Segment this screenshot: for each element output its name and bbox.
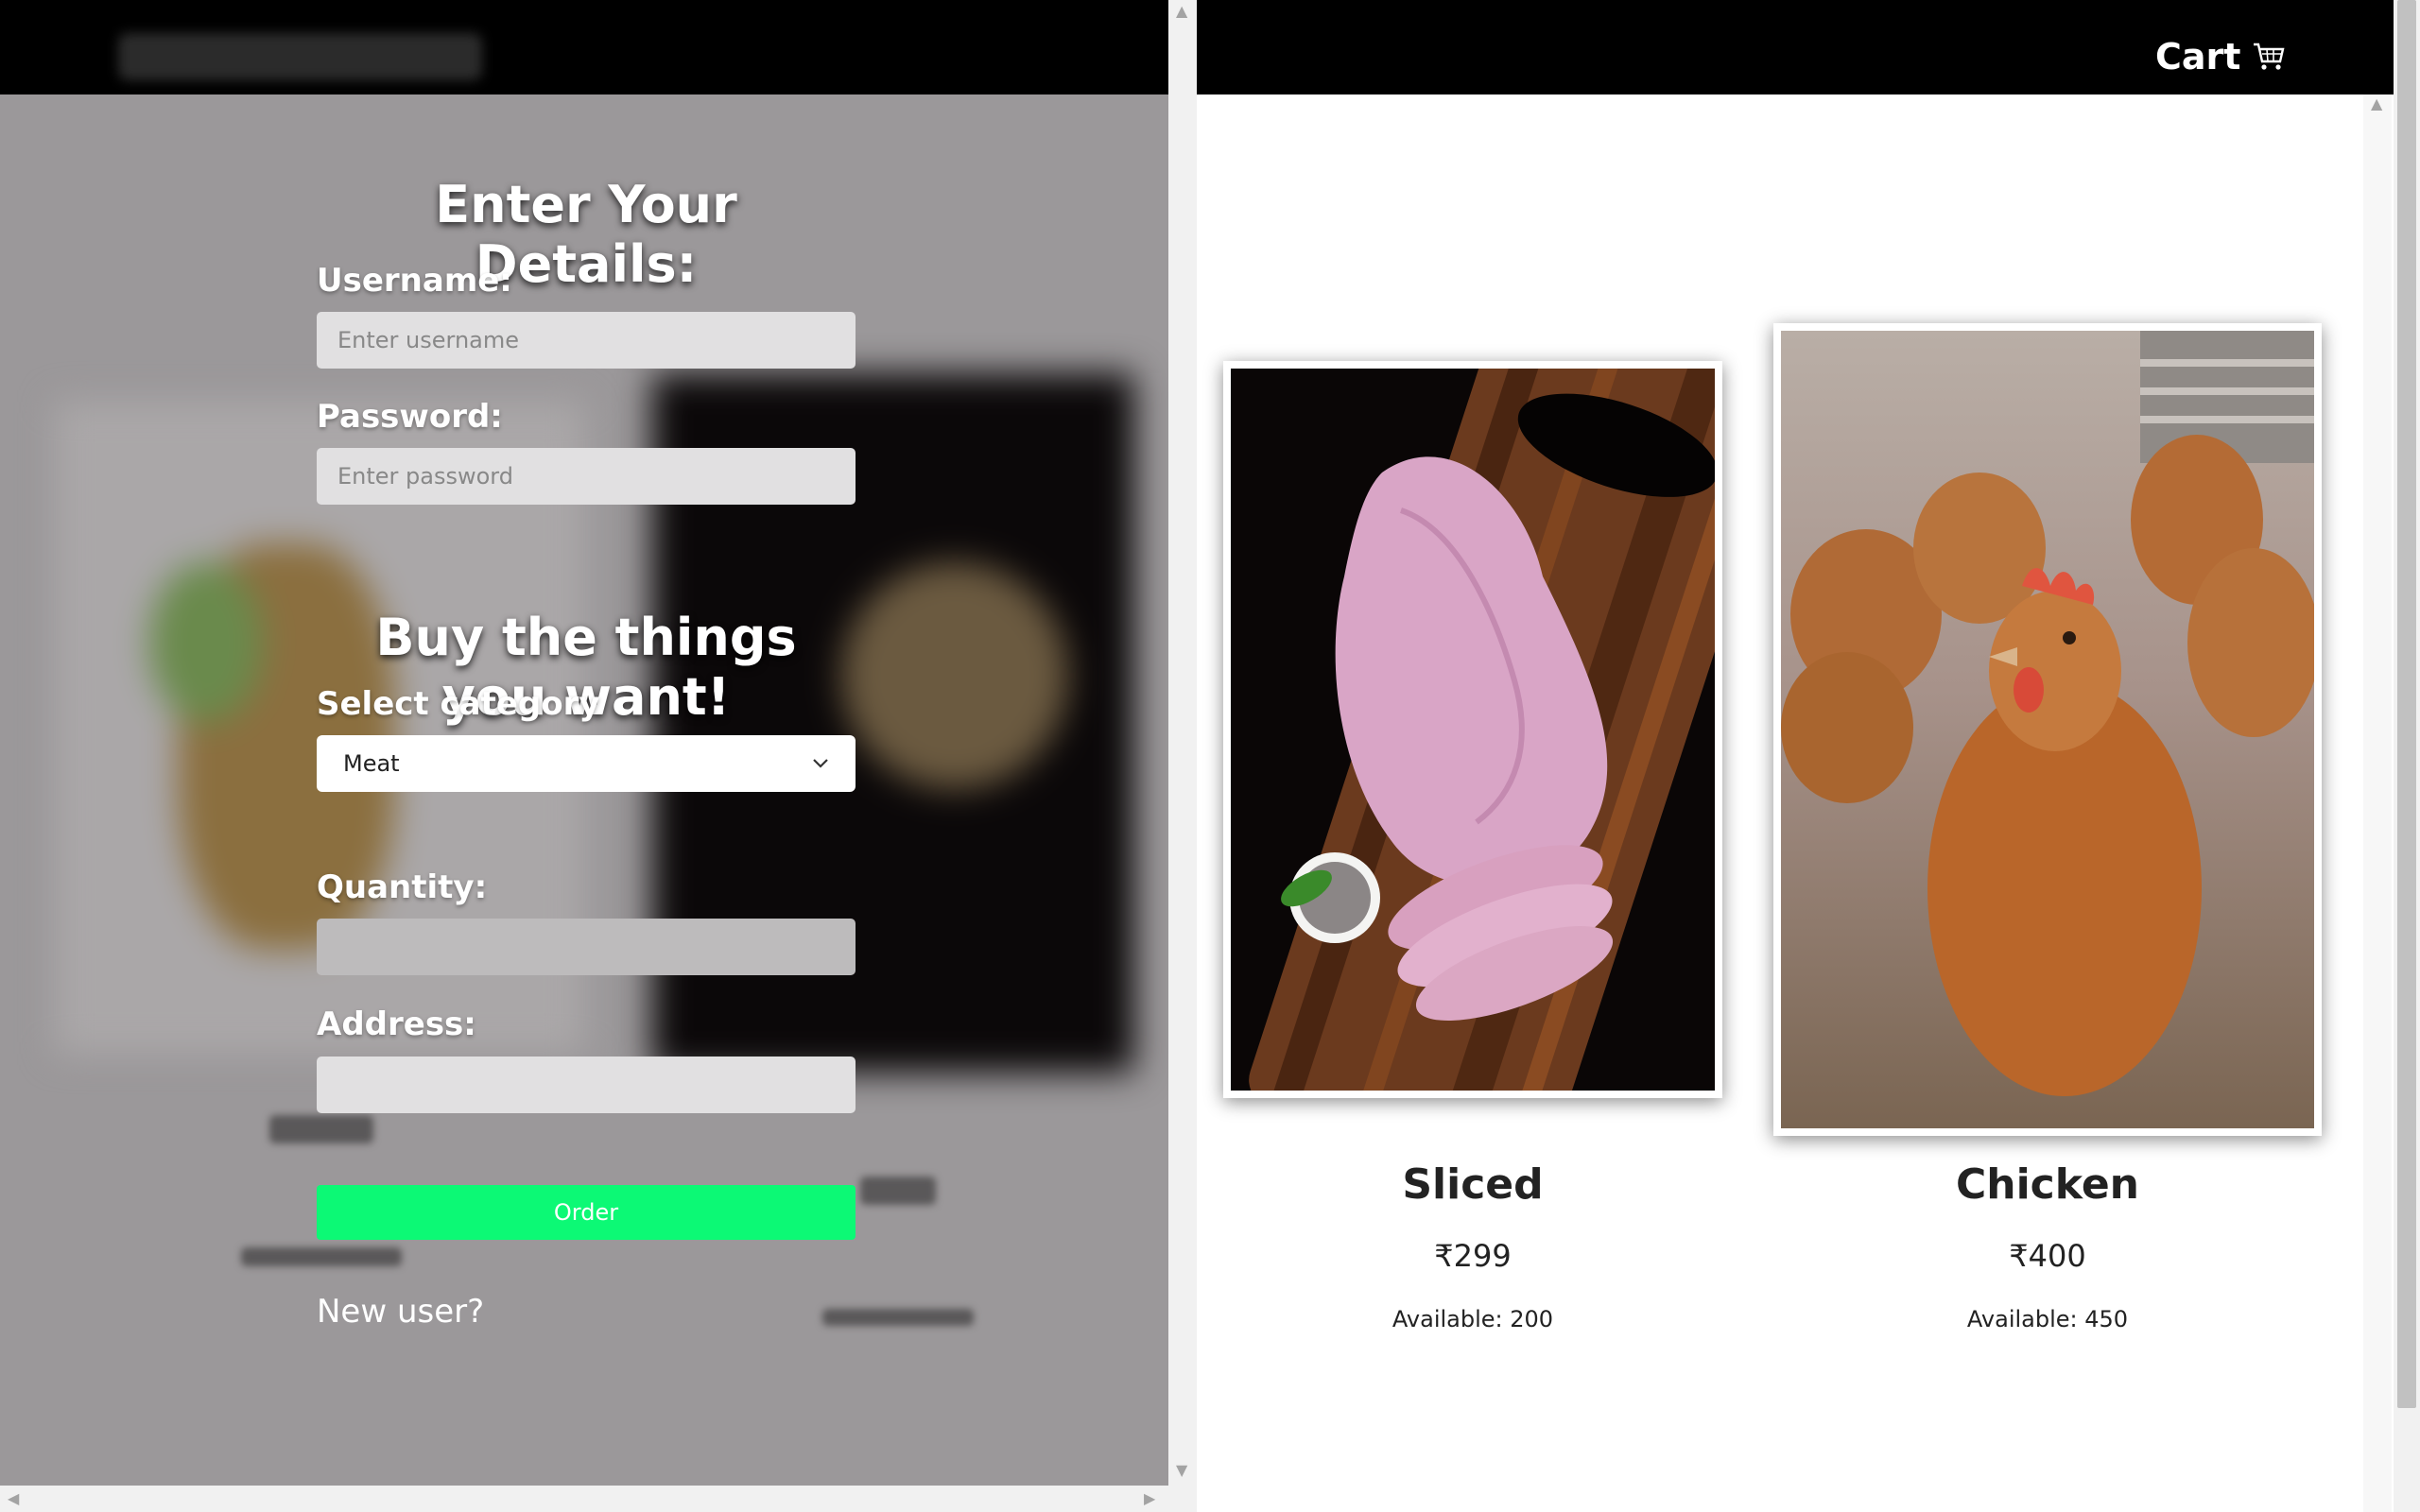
product-image [1223, 361, 1722, 1098]
quantity-input[interactable] [317, 919, 856, 975]
address-input[interactable] [317, 1057, 856, 1113]
order-button[interactable]: Order [317, 1185, 856, 1240]
product-availability: Available: 200 [1392, 1306, 1554, 1332]
category-select[interactable]: Meat [317, 735, 856, 792]
category-value: Meat [343, 750, 400, 777]
product-name: Chicken [1955, 1160, 2140, 1209]
scroll-up-arrow-icon[interactable]: ▲ [1176, 4, 1187, 19]
username-label: Username: [317, 262, 512, 300]
chicken-image [1781, 331, 2314, 1128]
chevron-down-icon [813, 759, 828, 768]
left-pane-horizontal-scrollbar[interactable]: ◀ ▶ [0, 1486, 1168, 1512]
product-list-scrollbar[interactable]: ▲ [2363, 94, 2392, 1512]
new-user-link[interactable]: New user? [317, 1293, 484, 1331]
scroll-up-arrow-icon[interactable]: ▲ [2371, 96, 2382, 112]
category-label: Select category [317, 685, 600, 723]
password-input[interactable] [317, 448, 856, 505]
sliced-meat-image [1231, 369, 1715, 1091]
shopping-cart-icon [2254, 43, 2285, 70]
blurred-text [860, 1177, 936, 1205]
blurred-text [822, 1309, 974, 1326]
right-pane: Cart ▲ Sliced ₹299 Available: 200 Chicke… [1197, 0, 2420, 1512]
product-availability: Available: 450 [1966, 1306, 2129, 1332]
left-topbar [0, 0, 1168, 94]
scroll-left-arrow-icon[interactable]: ◀ [8, 1491, 19, 1506]
product-name: Sliced [1402, 1160, 1544, 1209]
blurred-logo [118, 33, 482, 80]
product-price: ₹299 [1434, 1238, 1512, 1274]
right-topbar: Cart [1197, 0, 2420, 94]
password-label: Password: [317, 398, 503, 436]
blurred-text [269, 1115, 373, 1143]
left-pane-vertical-scrollbar[interactable]: ▲ ▼ [1168, 0, 1197, 1512]
scroll-right-arrow-icon[interactable]: ▶ [1144, 1491, 1155, 1506]
username-input[interactable] [317, 312, 856, 369]
cart-label: Cart [2155, 36, 2241, 77]
product-price: ₹400 [2009, 1238, 2086, 1274]
scroll-down-arrow-icon[interactable]: ▼ [1176, 1463, 1187, 1478]
quantity-label: Quantity: [317, 868, 488, 906]
address-label: Address: [317, 1005, 476, 1043]
blurred-text [241, 1247, 402, 1266]
cart-link[interactable]: Cart [2155, 36, 2286, 77]
left-pane: Enter Your Details: Username: Password: … [0, 0, 1168, 1512]
scrollbar-thumb[interactable] [2397, 0, 2416, 1408]
product-image [1773, 323, 2322, 1136]
